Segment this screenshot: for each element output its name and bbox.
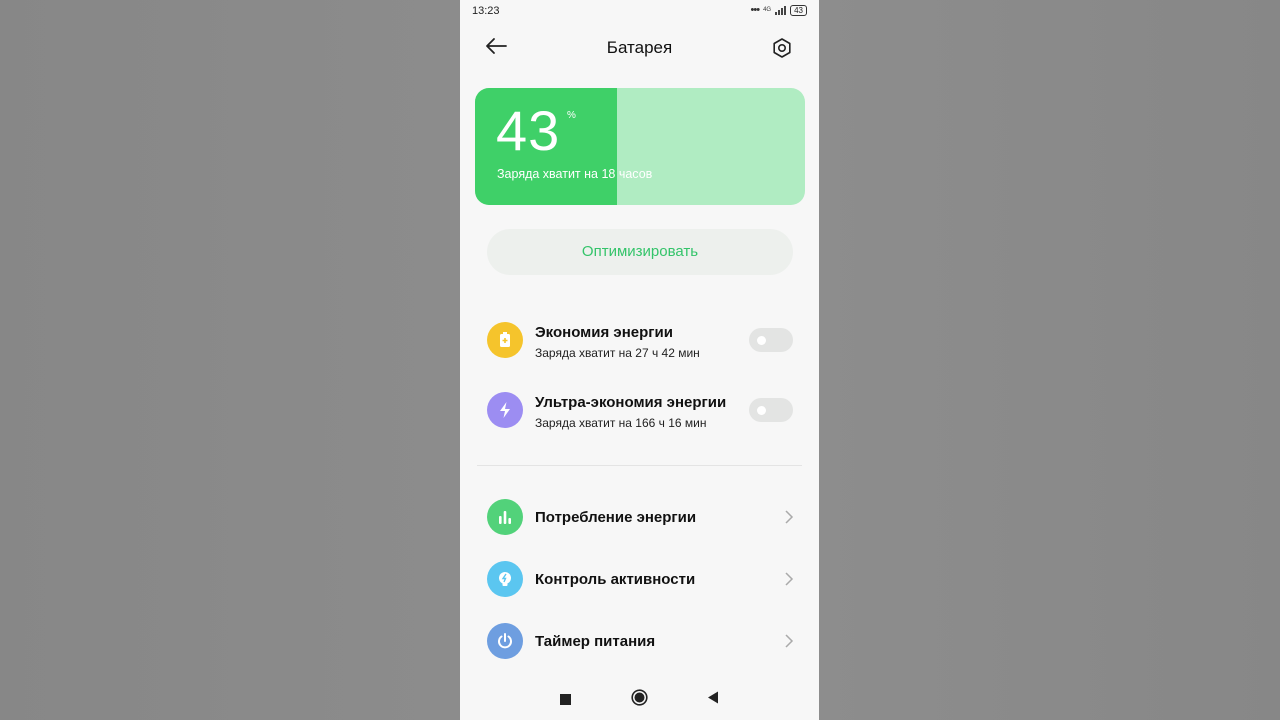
home-circle-icon xyxy=(631,689,648,706)
recents-button[interactable] xyxy=(560,692,571,710)
battery-status-badge: 43 xyxy=(790,4,807,16)
home-button[interactable] xyxy=(631,689,648,711)
page-title: Батарея xyxy=(606,38,673,57)
menu-item-title: Потребление энергии xyxy=(535,509,697,526)
percent-sign: % xyxy=(567,110,576,121)
gear-icon xyxy=(773,38,791,58)
battery-saver-toggle[interactable] xyxy=(749,328,793,352)
mode-subtitle: Заряда хватит на 166 ч 16 мин xyxy=(535,416,707,430)
menu-item-activity-control[interactable]: Контроль активности xyxy=(460,554,819,604)
battery-percent: 43 xyxy=(496,99,561,162)
battery-plus-icon xyxy=(487,322,523,358)
background-left xyxy=(0,0,460,720)
ultra-saver-toggle[interactable] xyxy=(749,398,793,422)
phone-screen: 13:23 ••• 4G 43 Батарея 43 % Заряда хват… xyxy=(460,0,819,720)
bar-chart-icon xyxy=(487,499,523,535)
mode-row-battery-saver[interactable]: Экономия энергии Заряда хватит на 27 ч 4… xyxy=(460,315,819,365)
optimize-button[interactable]: Оптимизировать xyxy=(487,229,793,275)
background-right xyxy=(819,0,1280,720)
lightning-icon xyxy=(487,392,523,428)
settings-button[interactable] xyxy=(771,37,795,61)
mode-title: Ультра-экономия энергии xyxy=(535,394,727,411)
menu-item-power-usage[interactable]: Потребление энергии xyxy=(460,492,819,542)
power-icon xyxy=(487,623,523,659)
section-divider xyxy=(477,465,802,466)
chevron-right-icon xyxy=(785,572,794,586)
back-nav-button[interactable] xyxy=(707,691,719,709)
mode-subtitle: Заряда хватит на 27 ч 42 мин xyxy=(535,346,700,360)
mode-title: Экономия энергии xyxy=(535,324,673,341)
mode-row-ultra-saver[interactable]: Ультра-экономия энергии Заряда хватит на… xyxy=(460,385,819,435)
back-triangle-icon xyxy=(708,691,718,704)
app-header: Батарея xyxy=(460,28,819,70)
signal-icon xyxy=(775,5,787,15)
status-bar: 13:23 ••• 4G 43 xyxy=(460,0,819,22)
recents-square-icon xyxy=(560,694,571,705)
system-nav-bar xyxy=(460,677,819,720)
chevron-right-icon xyxy=(785,510,794,524)
network-label: 4G xyxy=(763,7,772,13)
more-dots-icon: ••• xyxy=(750,4,761,16)
menu-item-power-timer[interactable]: Таймер питания xyxy=(460,616,819,666)
bulb-icon xyxy=(487,561,523,597)
menu-item-title: Контроль активности xyxy=(535,571,696,588)
battery-remaining-text: Заряда хватит на 18 часов xyxy=(497,167,653,181)
menu-item-title: Таймер питания xyxy=(535,633,656,650)
battery-level-card: 43 % Заряда хватит на 18 часов xyxy=(475,88,805,205)
status-time: 13:23 xyxy=(472,5,500,17)
status-icons: ••• 4G 43 xyxy=(751,4,807,16)
chevron-right-icon xyxy=(785,634,794,648)
